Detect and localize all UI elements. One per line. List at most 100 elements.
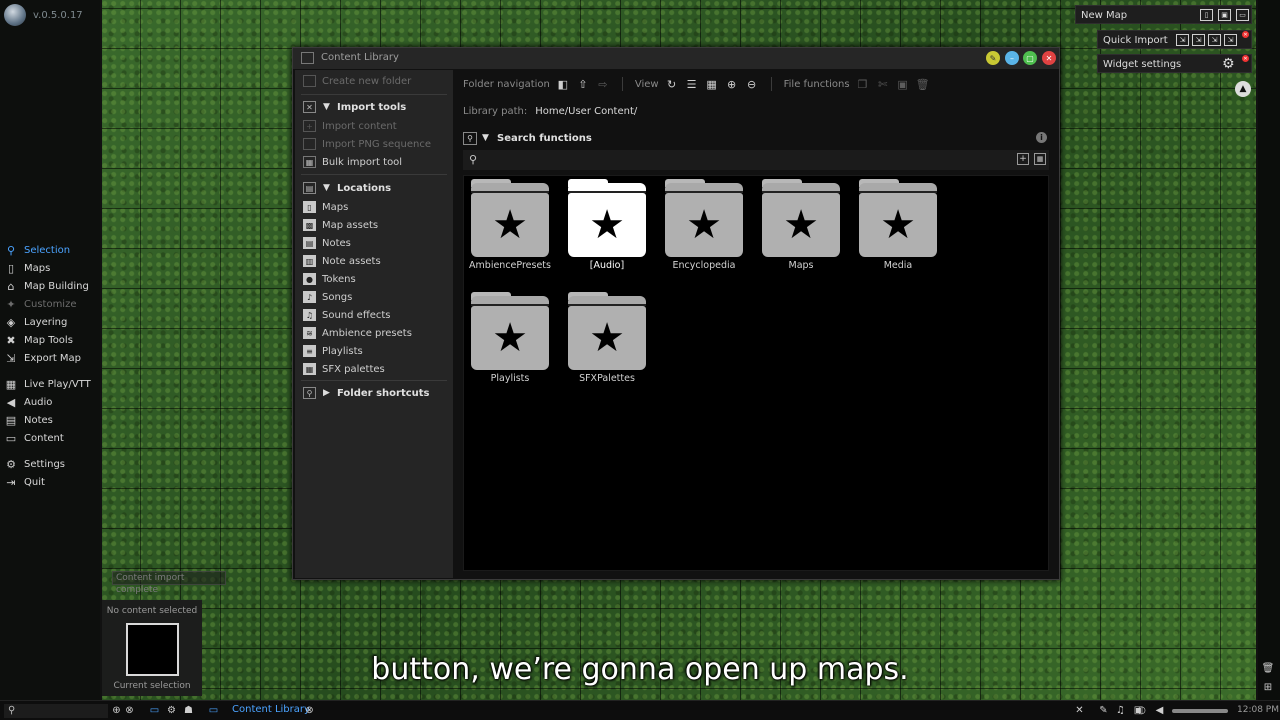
refresh-icon[interactable]: ↻ bbox=[665, 78, 679, 91]
location-songs[interactable]: ♪ Songs bbox=[303, 289, 352, 305]
close-circle-icon[interactable]: ⊗ bbox=[123, 704, 136, 717]
folder-up-icon[interactable]: ⇧ bbox=[576, 78, 590, 91]
locations-header[interactable]: ▤ ▼ Locations bbox=[303, 180, 391, 196]
sidebar-item-map-tools[interactable]: ✖ Map Tools bbox=[4, 331, 100, 349]
maximize-button[interactable]: ▢ bbox=[1023, 51, 1037, 65]
location-note-assets[interactable]: ▥ Note assets bbox=[303, 253, 381, 269]
close-button[interactable]: ✕ bbox=[1042, 51, 1056, 65]
import-icon-2[interactable]: ⇲ bbox=[1192, 34, 1205, 46]
chevron-down-icon: ▼ bbox=[323, 183, 330, 193]
clock: 12:08 PM bbox=[1237, 705, 1279, 715]
close-task-icon[interactable]: ⊗ bbox=[303, 704, 316, 717]
location-ambience-presets[interactable]: ≋ Ambience presets bbox=[303, 325, 412, 341]
sidebar-item-export-map[interactable]: ⇲ Export Map bbox=[4, 349, 100, 367]
import-png-sequence-button[interactable]: Import PNG sequence bbox=[303, 136, 431, 152]
chevron-down-icon: ▼ bbox=[323, 102, 330, 112]
info-icon[interactable]: i bbox=[1036, 132, 1047, 143]
sidebar-item-quit[interactable]: ⇥ Quit bbox=[4, 473, 100, 491]
folder-ambiencepresets[interactable]: ★ AmbiencePresets bbox=[469, 179, 551, 279]
location-map-assets[interactable]: ▩ Map assets bbox=[303, 217, 378, 233]
sidebar-item-selection[interactable]: ⚲ Selection bbox=[4, 241, 100, 259]
close-widget-icon[interactable]: ✕ bbox=[1242, 55, 1249, 62]
location-tokens[interactable]: ● Tokens bbox=[303, 271, 356, 287]
search-icon: ⚲ bbox=[463, 131, 477, 145]
pin-button[interactable]: ✎ bbox=[986, 51, 1000, 65]
minimize-button[interactable]: – bbox=[1005, 51, 1019, 65]
collapse-icon[interactable]: ✕ bbox=[1073, 704, 1086, 717]
location-label: Notes bbox=[322, 237, 351, 249]
volume-slider[interactable] bbox=[1172, 709, 1228, 713]
location-sfx-palettes[interactable]: ▦ SFX palettes bbox=[303, 361, 385, 377]
location-playlists[interactable]: ≡ Playlists bbox=[303, 343, 363, 359]
add-filter-icon[interactable]: + bbox=[1017, 153, 1029, 165]
sidebar-item-maps[interactable]: ▯ Maps bbox=[4, 259, 100, 277]
create-folder-button[interactable]: Create new folder bbox=[303, 73, 411, 89]
location-maps[interactable]: ▯ Maps bbox=[303, 199, 348, 215]
folder-label: [Audio] bbox=[589, 260, 625, 271]
folder-sfxpalettes[interactable]: ★ SFXPalettes bbox=[566, 292, 648, 392]
window-titlebar[interactable]: Content Library ✎ – ▢ ✕ bbox=[293, 48, 1059, 69]
import-complete-toast: Content import complete bbox=[112, 571, 226, 595]
save-map-icon[interactable]: ▣ bbox=[1218, 9, 1231, 21]
record-icon[interactable]: ○ bbox=[1135, 704, 1148, 717]
import-content-button[interactable]: + Import content bbox=[303, 118, 397, 134]
paste-icon[interactable]: ▣ bbox=[896, 78, 910, 91]
folder-back-icon[interactable]: ◧ bbox=[556, 78, 570, 91]
sidebar-item-content[interactable]: ▭ Content bbox=[4, 429, 100, 447]
taskbar-search-input[interactable]: ⚲ bbox=[4, 704, 108, 718]
music-icon[interactable]: ♫ bbox=[1114, 704, 1127, 717]
import-icon-3[interactable]: ⇲ bbox=[1208, 34, 1221, 46]
folder-media[interactable]: ★ Media bbox=[857, 179, 939, 279]
copy-icon[interactable]: ❐ bbox=[856, 78, 870, 91]
zoom-out-icon[interactable]: ⊖ bbox=[745, 78, 759, 91]
folder-encyclopedia[interactable]: ★ Encyclopedia bbox=[663, 179, 745, 279]
sidebar-item-notes[interactable]: ▤ Notes bbox=[4, 411, 100, 429]
sidebar-item-layering[interactable]: ◈ Layering bbox=[4, 313, 100, 331]
location-label: Ambience presets bbox=[322, 327, 412, 339]
calendar-icon[interactable]: ▦ bbox=[1034, 153, 1046, 165]
sidebar-item-settings[interactable]: ⚙ Settings bbox=[4, 455, 100, 473]
edit-icon[interactable]: ✎ bbox=[1097, 704, 1110, 717]
folder-shortcuts-label: Folder shortcuts bbox=[337, 387, 430, 399]
right-edge-strip bbox=[1258, 0, 1280, 700]
import-icon-1[interactable]: ⇲ bbox=[1176, 34, 1189, 46]
folder-playlists[interactable]: ★ Playlists bbox=[469, 292, 551, 392]
folder-audio[interactable]: ★ [Audio] bbox=[566, 179, 648, 279]
gear-icon[interactable]: ⚙ bbox=[1222, 56, 1235, 72]
search-input[interactable]: ⚲ + ▦ bbox=[463, 150, 1049, 170]
folder-shortcuts-header[interactable]: ⚲ ▶ Folder shortcuts bbox=[303, 385, 430, 401]
taskbar-task-content-library[interactable]: Content Library bbox=[232, 704, 310, 715]
close-widget-icon[interactable]: ✕ bbox=[1242, 31, 1249, 38]
bulk-import-tool-button[interactable]: ▦ Bulk import tool bbox=[303, 154, 402, 170]
wand-icon: ✦ bbox=[6, 297, 16, 311]
bulk-import-icon: ▦ bbox=[303, 156, 316, 168]
sidebar-item-audio[interactable]: ◀ Audio bbox=[4, 393, 100, 411]
trash-icon[interactable]: 🗑 bbox=[916, 78, 930, 91]
volume-icon[interactable]: ◀ bbox=[1153, 704, 1166, 717]
folder-icon[interactable]: ▭ bbox=[148, 704, 161, 717]
open-folder-icon[interactable]: ▭ bbox=[1236, 9, 1249, 21]
grid-view-icon[interactable]: ▦ bbox=[705, 78, 719, 91]
import-icon-4[interactable]: ⇲ bbox=[1224, 34, 1237, 46]
location-notes[interactable]: ▤ Notes bbox=[303, 235, 351, 251]
new-map-widget[interactable]: New Map ▯ ▣ ▭ bbox=[1075, 5, 1252, 24]
sidebar-item-live-play[interactable]: ▦ Live Play/VTT bbox=[4, 375, 100, 393]
window-icon[interactable]: ▭ bbox=[207, 704, 220, 717]
new-file-icon[interactable]: ▯ bbox=[1200, 9, 1213, 21]
zoom-in-icon[interactable]: ⊕ bbox=[725, 78, 739, 91]
folder-maps[interactable]: ★ Maps bbox=[760, 179, 842, 279]
location-sound-effects[interactable]: ♫ Sound effects bbox=[303, 307, 391, 323]
list-view-icon[interactable]: ☰ bbox=[685, 78, 699, 91]
collapse-up-icon[interactable]: ▲ bbox=[1235, 81, 1251, 97]
folder-forward-icon[interactable]: ⇨ bbox=[596, 78, 610, 91]
quick-import-widget[interactable]: Quick Import ⇲ ⇲ ⇲ ⇲ ✕ bbox=[1097, 30, 1252, 49]
widget-settings-widget[interactable]: Widget settings ⚙ ✕ bbox=[1097, 54, 1252, 73]
cut-icon[interactable]: ✄ bbox=[876, 78, 890, 91]
sidebar-item-customize[interactable]: ✦ Customize bbox=[4, 295, 100, 313]
brain-icon[interactable]: ☗ bbox=[182, 704, 195, 717]
add-circle-icon[interactable]: ⊕ bbox=[110, 704, 123, 717]
search-functions-header[interactable]: ⚲ ▼ Search functions bbox=[463, 130, 592, 146]
sidebar-item-map-building[interactable]: ⌂ Map Building bbox=[4, 277, 100, 295]
settings-icon[interactable]: ⚙ bbox=[165, 704, 178, 717]
import-tools-header[interactable]: ✕ ▼ Import tools bbox=[303, 99, 406, 115]
